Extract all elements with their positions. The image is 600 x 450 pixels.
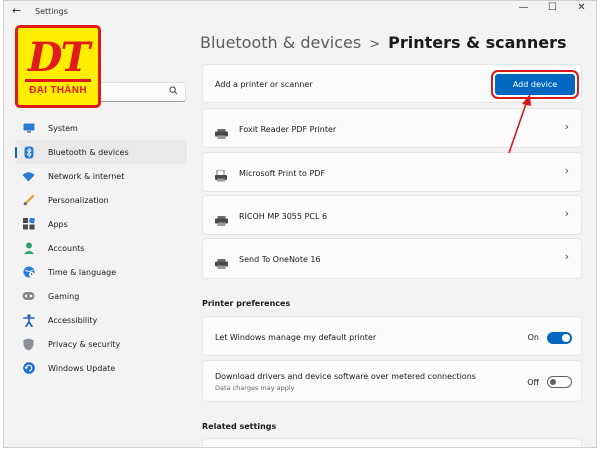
sidebar-nav: System Bluetooth & devices Network & int… <box>15 116 187 380</box>
printer-row[interactable]: Microsoft Print to PDF › <box>202 152 582 192</box>
brand-logo: DT ĐẠI THÀNH <box>15 25 101 108</box>
preference-row-metered-downloads: Download drivers and device software ove… <box>202 360 582 402</box>
chevron-right-icon: › <box>564 120 569 133</box>
accounts-icon <box>22 242 35 255</box>
breadcrumb-parent-link[interactable]: Bluetooth & devices <box>200 33 361 52</box>
sidebar-item-label: Bluetooth & devices <box>48 147 129 157</box>
printer-icon <box>215 124 228 139</box>
sidebar-item-apps[interactable]: Apps <box>15 212 187 236</box>
preference-label: Download drivers and device software ove… <box>215 372 476 381</box>
sidebar-item-personalization[interactable]: Personalization <box>15 188 187 212</box>
sidebar-item-gaming[interactable]: Gaming <box>15 284 187 308</box>
app-title: Settings <box>35 7 68 16</box>
chevron-right-icon: › <box>564 250 569 263</box>
sidebar-item-bluetooth[interactable]: Bluetooth & devices <box>15 140 187 164</box>
gamepad-icon <box>22 290 35 303</box>
accessibility-icon <box>22 313 35 327</box>
sidebar-item-accessibility[interactable]: Accessibility <box>15 308 187 332</box>
sidebar-item-label: Accounts <box>48 243 85 253</box>
back-button[interactable]: ← <box>12 4 21 17</box>
page-title: Printers & scanners <box>388 33 567 52</box>
logo-name: ĐẠI THÀNH <box>29 84 87 96</box>
breadcrumb-separator: > <box>369 37 381 52</box>
printer-pdf-icon <box>215 167 228 182</box>
globe-clock-icon <box>22 266 35 279</box>
sidebar-item-label: Accessibility <box>48 315 98 325</box>
breadcrumb: Bluetooth & devices > Printers & scanners <box>200 33 566 52</box>
search-icon <box>169 86 178 97</box>
close-button[interactable]: ✕ <box>567 1 596 17</box>
add-printer-card: Add a printer or scanner Add device <box>202 64 582 103</box>
printer-name: RICOH MP 3055 PCL 6 <box>239 212 328 221</box>
apps-icon <box>22 218 35 231</box>
related-settings-heading: Related settings <box>202 422 277 431</box>
sidebar-item-privacy[interactable]: Privacy & security <box>15 332 187 356</box>
toggle-state-label: Off <box>527 378 539 387</box>
sidebar-item-windows-update[interactable]: Windows Update <box>15 356 187 380</box>
default-printer-toggle[interactable] <box>547 332 572 344</box>
preference-label: Let Windows manage my default printer <box>215 333 377 342</box>
sidebar-item-label: Network & internet <box>48 171 125 181</box>
system-icon <box>22 122 35 135</box>
printer-row[interactable]: Send To OneNote 16 › <box>202 238 582 279</box>
preference-sublabel: Data charges may apply <box>215 384 295 392</box>
wifi-icon <box>22 170 35 183</box>
sidebar-item-label: Privacy & security <box>48 339 121 349</box>
sidebar-item-label: Windows Update <box>48 363 116 373</box>
sidebar-item-network[interactable]: Network & internet <box>15 164 187 188</box>
printer-name: Microsoft Print to PDF <box>239 169 326 178</box>
active-indicator <box>15 147 17 158</box>
metered-downloads-toggle[interactable] <box>547 376 572 388</box>
brush-icon <box>22 194 35 207</box>
printer-preferences-heading: Printer preferences <box>202 299 291 308</box>
sidebar-item-time-language[interactable]: Time & language <box>15 260 187 284</box>
title-bar: ← Settings — ☐ ✕ <box>4 1 596 23</box>
window-controls: — ☐ ✕ <box>509 1 596 17</box>
add-printer-label: Add a printer or scanner <box>215 80 313 89</box>
preference-row-default-printer: Let Windows manage my default printer On <box>202 316 582 356</box>
printer-row[interactable]: Foxit Reader PDF Printer › <box>202 108 582 148</box>
chevron-right-icon: › <box>564 164 569 177</box>
sidebar-item-label: Time & language <box>48 267 117 277</box>
sidebar-item-label: Gaming <box>48 291 80 301</box>
printer-icon <box>215 211 228 226</box>
bluetooth-icon <box>22 146 35 159</box>
related-settings-card[interactable] <box>202 438 582 447</box>
printer-icon <box>215 254 228 269</box>
sidebar-item-label: Personalization <box>48 195 109 205</box>
sidebar-item-system[interactable]: System <box>15 116 187 140</box>
toggle-state-label: On <box>527 333 539 342</box>
update-icon <box>22 362 35 375</box>
chevron-right-icon: › <box>564 207 569 220</box>
printer-name: Send To OneNote 16 <box>239 255 321 264</box>
sidebar-item-label: System <box>48 123 78 133</box>
logo-letters: DT <box>27 33 90 81</box>
minimize-button[interactable]: — <box>509 1 538 17</box>
logo-underline <box>25 78 91 82</box>
printer-row[interactable]: RICOH MP 3055 PCL 6 › <box>202 195 582 235</box>
shield-icon <box>22 338 35 351</box>
add-device-button[interactable]: Add device <box>495 74 575 95</box>
printer-name: Foxit Reader PDF Printer <box>239 125 337 134</box>
sidebar-item-accounts[interactable]: Accounts <box>15 236 187 260</box>
maximize-button[interactable]: ☐ <box>538 1 567 17</box>
sidebar-item-label: Apps <box>48 219 68 229</box>
